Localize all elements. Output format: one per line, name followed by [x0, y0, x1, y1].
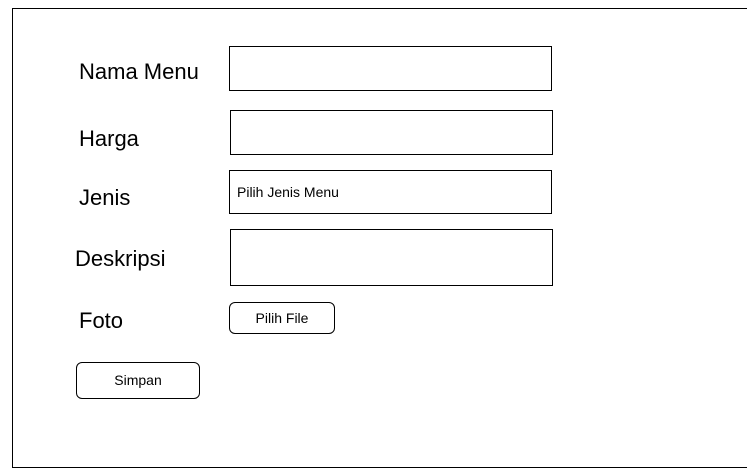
jenis-select-value: Pilih Jenis Menu [237, 184, 339, 200]
deskripsi-label: Deskripsi [75, 246, 166, 271]
harga-input[interactable] [230, 110, 553, 155]
simpan-button[interactable]: Simpan [76, 362, 200, 399]
pilih-file-button[interactable]: Pilih File [229, 302, 335, 334]
deskripsi-textarea[interactable] [230, 229, 553, 286]
jenis-select[interactable]: Pilih Jenis Menu [229, 170, 552, 214]
nama-menu-input[interactable] [229, 46, 552, 91]
harga-label: Harga [79, 126, 139, 151]
nama-menu-label: Nama Menu [79, 59, 199, 84]
jenis-label: Jenis [79, 185, 131, 210]
foto-label: Foto [79, 308, 124, 333]
